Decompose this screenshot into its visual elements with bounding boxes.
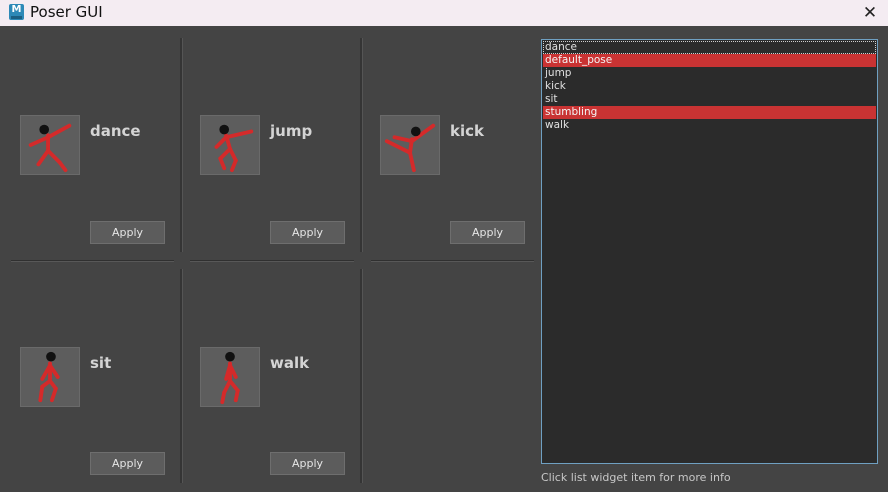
apply-button-jump[interactable]: Apply: [270, 221, 345, 244]
pose-name-label: sit: [90, 354, 112, 372]
pose-name-label: walk: [270, 354, 310, 372]
grid-divider-horizontal: [190, 260, 354, 262]
close-icon[interactable]: ✕: [858, 1, 882, 25]
window-title: Poser GUI: [30, 3, 103, 21]
apply-button-kick[interactable]: Apply: [450, 221, 525, 244]
grid-divider-horizontal: [371, 260, 534, 262]
list-item[interactable]: kick: [543, 80, 876, 93]
list-item[interactable]: dance: [543, 41, 876, 54]
list-item[interactable]: sit: [543, 93, 876, 106]
app-icon-strip: [11, 16, 22, 19]
pose-cell-jump: jump Apply: [191, 38, 361, 253]
kick-figure-icon[interactable]: [380, 115, 440, 175]
dance-figure-icon[interactable]: [20, 115, 80, 175]
apply-button-dance[interactable]: Apply: [90, 221, 165, 244]
sit-figure-icon[interactable]: [20, 347, 80, 407]
apply-button-walk[interactable]: Apply: [270, 452, 345, 475]
pose-cell-sit: sit Apply: [11, 269, 181, 484]
apply-button-sit[interactable]: Apply: [90, 452, 165, 475]
list-item[interactable]: jump: [543, 67, 876, 80]
pose-cell-dance: dance Apply: [11, 38, 181, 253]
pose-cell-walk: walk Apply: [191, 269, 361, 484]
jump-figure-icon[interactable]: [200, 115, 260, 175]
pose-name-label: jump: [270, 122, 313, 140]
app-icon-letter: M: [11, 4, 22, 15]
list-item[interactable]: stumbling: [543, 106, 876, 119]
list-item[interactable]: default_pose: [543, 54, 876, 67]
grid-divider-horizontal: [11, 260, 174, 262]
title-bar: M Poser GUI ✕: [0, 0, 888, 26]
list-item[interactable]: walk: [543, 119, 876, 132]
pose-name-label: dance: [90, 122, 141, 140]
status-hint-text: Click list widget item for more info: [541, 471, 731, 484]
walk-figure-icon[interactable]: [200, 347, 260, 407]
maya-app-icon: M: [9, 4, 24, 20]
pose-list-widget[interactable]: dance default_pose jump kick sit stumbli…: [541, 39, 878, 464]
pose-name-label: kick: [450, 122, 484, 140]
pose-cell-kick: kick Apply: [371, 38, 541, 253]
poser-gui-window: M Poser GUI ✕ dance Apply jump Apply kic…: [0, 0, 888, 492]
